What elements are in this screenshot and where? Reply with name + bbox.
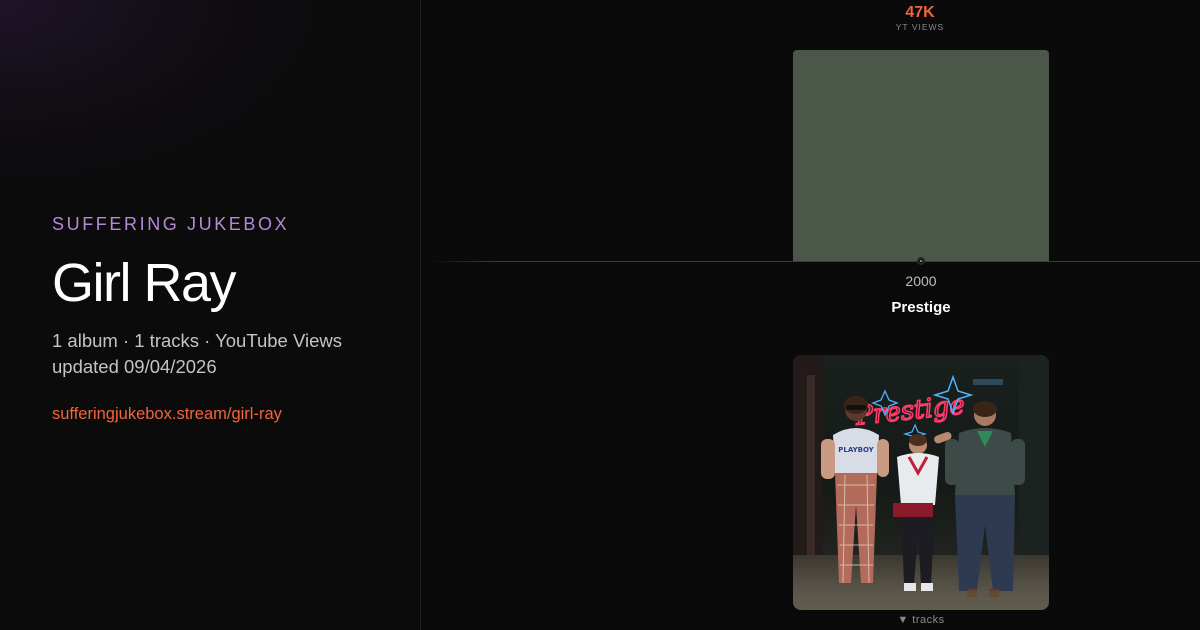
svg-text:PLAYBOY: PLAYBOY — [838, 446, 874, 454]
timeline-marker — [917, 257, 925, 265]
album-title: Prestige — [891, 299, 951, 316]
views-label: YT VIEWS — [895, 22, 945, 32]
tracks-toggle[interactable]: ▼ tracks — [897, 614, 944, 626]
artist-name: Girl Ray — [52, 253, 237, 313]
artist-summary: 1 album · 1 tracks · YouTube Views — [52, 330, 342, 351]
updated-date: updated 09/04/2026 — [52, 356, 217, 377]
album-cover-art: Prestige PLAYBOY — [793, 355, 1049, 610]
brand-label: SUFFERING JUKEBOX — [52, 214, 290, 234]
artist-page-link[interactable]: sufferingjukebox.stream/girl-ray — [52, 403, 282, 425]
release-year: 2000 — [905, 273, 937, 289]
album-cover[interactable]: Prestige PLAYBOY — [793, 355, 1049, 610]
artist-info-panel: SUFFERING JUKEBOX Girl Ray 1 album · 1 t… — [0, 0, 421, 630]
views-value: 47K — [905, 4, 935, 21]
views-bar — [793, 50, 1049, 261]
timeline-axis — [430, 261, 1200, 262]
